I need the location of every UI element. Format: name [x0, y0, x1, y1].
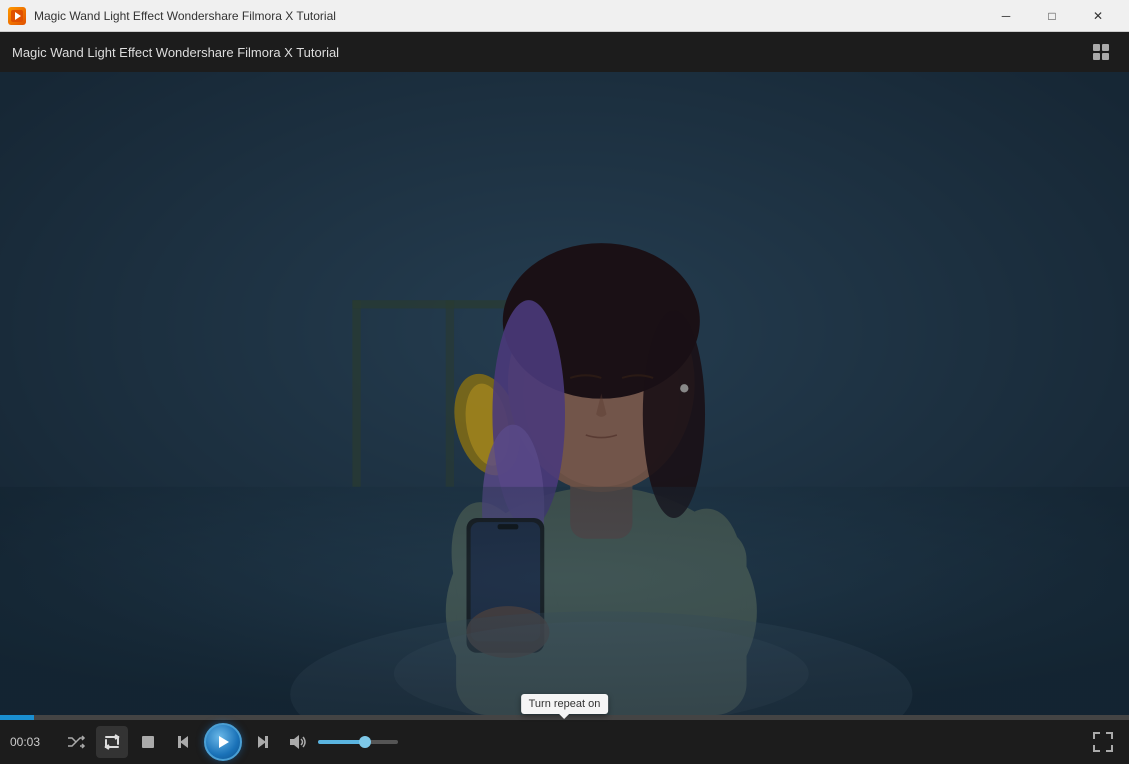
stop-button[interactable] [132, 726, 164, 758]
video-title: Magic Wand Light Effect Wondershare Film… [12, 45, 339, 60]
controls-left: 00:03 [10, 723, 398, 761]
app-icon [8, 7, 26, 25]
controls-bar: 00:03 [0, 720, 1129, 764]
window-controls: ─ □ ✕ [983, 0, 1121, 32]
title-bar-left: Magic Wand Light Effect Wondershare Film… [8, 7, 336, 25]
shuffle-button[interactable] [60, 726, 92, 758]
time-display: 00:03 [10, 735, 48, 749]
controls-right [1087, 726, 1119, 758]
video-frame [0, 72, 1129, 715]
next-button[interactable] [246, 726, 278, 758]
repeat-button[interactable] [96, 726, 128, 758]
volume-button[interactable] [282, 726, 314, 758]
grid-view-button[interactable] [1085, 36, 1117, 68]
previous-button[interactable] [168, 726, 200, 758]
minimize-button[interactable]: ─ [983, 0, 1029, 32]
fullscreen-button[interactable] [1087, 726, 1119, 758]
window-title: Magic Wand Light Effect Wondershare Film… [34, 9, 336, 23]
volume-slider[interactable] [318, 740, 398, 744]
maximize-button[interactable]: □ [1029, 0, 1075, 32]
player-topbar: Magic Wand Light Effect Wondershare Film… [0, 32, 1129, 72]
title-bar: Magic Wand Light Effect Wondershare Film… [0, 0, 1129, 32]
video-area [0, 72, 1129, 715]
play-button[interactable] [204, 723, 242, 761]
player-wrapper: Magic Wand Light Effect Wondershare Film… [0, 32, 1129, 764]
close-button[interactable]: ✕ [1075, 0, 1121, 32]
